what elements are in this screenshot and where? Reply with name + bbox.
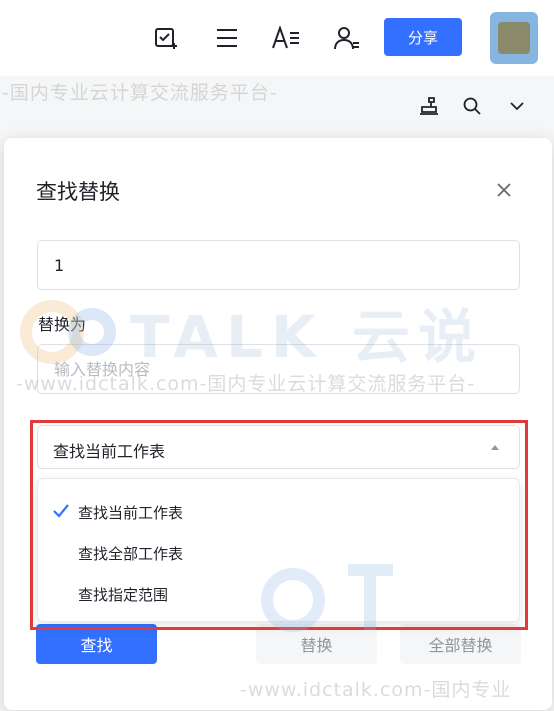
scope-option-label: 查找指定范围 <box>78 586 169 604</box>
close-icon[interactable] <box>492 178 516 202</box>
find-input[interactable] <box>37 240 520 290</box>
stamp-icon[interactable] <box>415 92 443 120</box>
find-button[interactable]: 查找 <box>36 624 157 664</box>
search-icon[interactable] <box>458 92 486 120</box>
replace-label: 替换为 <box>38 315 87 334</box>
scope-option-label: 查找全部工作表 <box>78 545 184 563</box>
find-replace-dialog: 查找替换 替换为 查找当前工作表 查找 替换 全部替换 查找当前工作表 查找全部… <box>4 138 552 710</box>
replace-all-button[interactable]: 全部替换 <box>400 624 521 664</box>
scope-select[interactable]: 查找当前工作表 <box>37 425 520 469</box>
dialog-title: 查找替换 <box>36 180 120 204</box>
chevron-down-icon[interactable] <box>503 92 531 120</box>
caret-up-icon <box>491 445 499 450</box>
scope-option-all[interactable]: 查找全部工作表 <box>38 532 519 572</box>
check-icon <box>53 504 69 518</box>
avatar[interactable] <box>490 12 538 64</box>
scope-option-current[interactable]: 查找当前工作表 <box>38 491 519 531</box>
list-icon[interactable] <box>211 22 243 54</box>
scope-dropdown: 查找当前工作表 查找全部工作表 查找指定范围 <box>37 478 520 622</box>
scope-option-label: 查找当前工作表 <box>78 504 184 522</box>
replace-input[interactable] <box>37 344 520 394</box>
top-toolbar: 分享 <box>0 0 554 76</box>
user-manage-icon[interactable] <box>331 22 363 54</box>
share-button[interactable]: 分享 <box>384 18 462 56</box>
scope-select-value: 查找当前工作表 <box>53 442 166 461</box>
text-format-icon[interactable] <box>270 22 302 54</box>
checklist-icon[interactable] <box>150 22 182 54</box>
replace-button[interactable]: 替换 <box>256 624 377 664</box>
scope-option-range[interactable]: 查找指定范围 <box>38 573 519 613</box>
